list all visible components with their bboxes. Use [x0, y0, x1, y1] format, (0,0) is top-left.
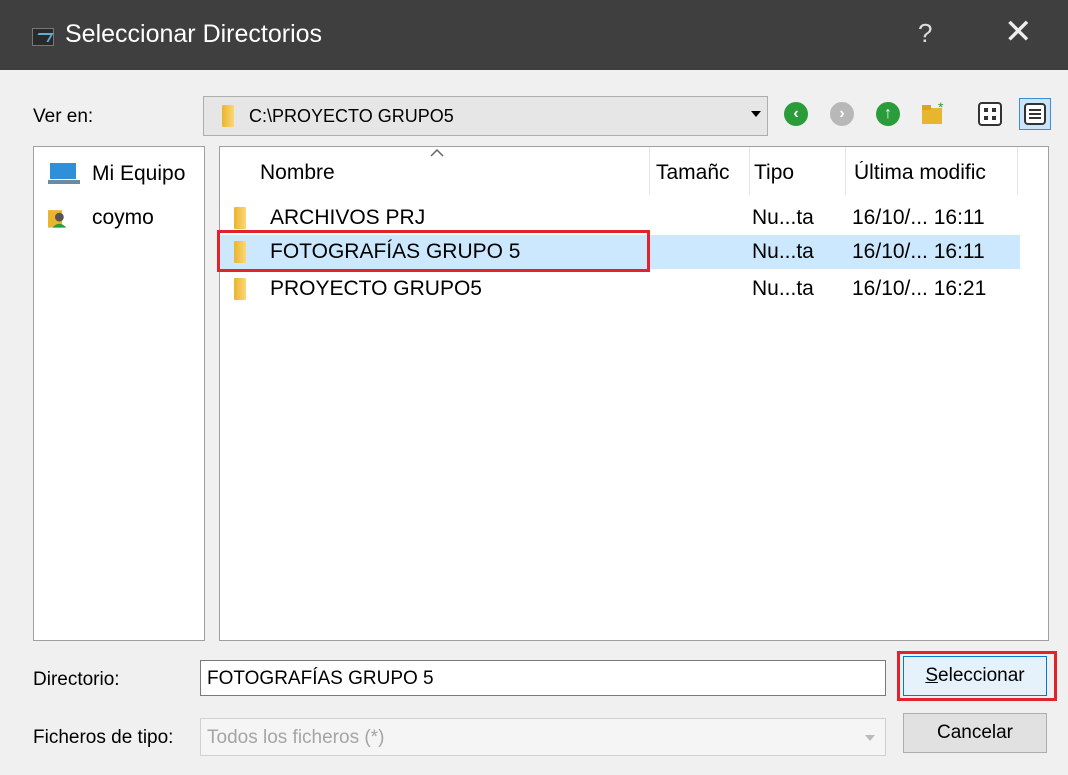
file-type: Nu...ta	[752, 277, 814, 300]
close-button[interactable]: ✕	[1004, 12, 1033, 52]
look-in-combo[interactable]: C:\PROYECTO GRUPO5	[203, 96, 768, 136]
directory-field[interactable]: FOTOGRAFÍAS GRUPO 5	[200, 660, 886, 696]
window-title: Seleccionar Directorios	[65, 20, 323, 48]
look-in-label: Ver en:	[33, 106, 94, 127]
column-header-modified[interactable]: Última modific	[846, 147, 1018, 195]
sidebar-item-coymo[interactable]: coymo	[34, 201, 204, 235]
back-button[interactable]: ‹	[780, 98, 812, 130]
places-sidebar: Mi Equipo coymo	[33, 146, 205, 641]
column-header-type[interactable]: Tipo	[750, 147, 846, 195]
new-folder-icon: *	[922, 99, 944, 124]
list-view-button[interactable]	[974, 98, 1006, 130]
list-item[interactable]: PROYECTO GRUPO5 Nu...ta 16/10/... 16:21	[220, 272, 1020, 306]
up-folder-button[interactable]: ↑	[872, 98, 904, 130]
file-date: 16/10/... 16:11	[852, 206, 985, 229]
sidebar-item-label: coymo	[92, 206, 154, 229]
sidebar-item-mi-equipo[interactable]: Mi Equipo	[34, 157, 204, 191]
file-type: Nu...ta	[752, 240, 814, 263]
highlight-box	[897, 651, 1057, 701]
back-icon: ‹	[784, 102, 808, 126]
detail-view-button[interactable]	[1019, 98, 1051, 130]
look-in-path: C:\PROYECTO GRUPO5	[249, 106, 454, 126]
forward-icon: ›	[830, 102, 854, 126]
file-date: 16/10/... 16:11	[852, 240, 985, 263]
list-view-icon	[978, 102, 1002, 126]
app-icon	[32, 28, 54, 46]
highlight-box	[217, 230, 650, 272]
sidebar-item-label: Mi Equipo	[92, 162, 186, 185]
folder-icon	[234, 207, 246, 229]
file-name: ARCHIVOS PRJ	[270, 206, 426, 229]
column-header-name[interactable]: Nombre	[220, 147, 650, 195]
title-bar[interactable]: Seleccionar Directorios ? ✕	[0, 0, 1068, 70]
filetype-label: Ficheros de tipo:	[33, 727, 174, 748]
column-header-size[interactable]: Tamañc	[650, 147, 750, 195]
select-directories-dialog: Seleccionar Directorios ? ✕ Ver en: C:\P…	[0, 0, 1068, 775]
folder-icon	[222, 105, 234, 127]
file-list[interactable]: Nombre Tamañc Tipo Última modific ARCHIV…	[219, 146, 1049, 641]
forward-button[interactable]: ›	[826, 98, 858, 130]
computer-icon	[48, 163, 80, 184]
up-icon: ↑	[876, 102, 900, 126]
directory-label: Directorio:	[33, 669, 120, 690]
file-type: Nu...ta	[752, 206, 814, 229]
folder-icon	[234, 278, 246, 300]
file-name: PROYECTO GRUPO5	[270, 277, 482, 300]
help-button[interactable]: ?	[918, 18, 932, 49]
chevron-down-icon[interactable]	[751, 111, 761, 117]
user-icon	[48, 210, 67, 228]
svg-text:*: *	[938, 99, 944, 115]
file-date: 16/10/... 16:21	[852, 277, 987, 300]
cancel-button[interactable]: Cancelar	[903, 713, 1047, 753]
chevron-down-icon	[865, 735, 875, 741]
new-folder-button[interactable]: *	[918, 98, 950, 130]
filetype-select: Todos los ficheros (*)	[200, 718, 886, 756]
detail-view-icon	[1024, 103, 1046, 125]
